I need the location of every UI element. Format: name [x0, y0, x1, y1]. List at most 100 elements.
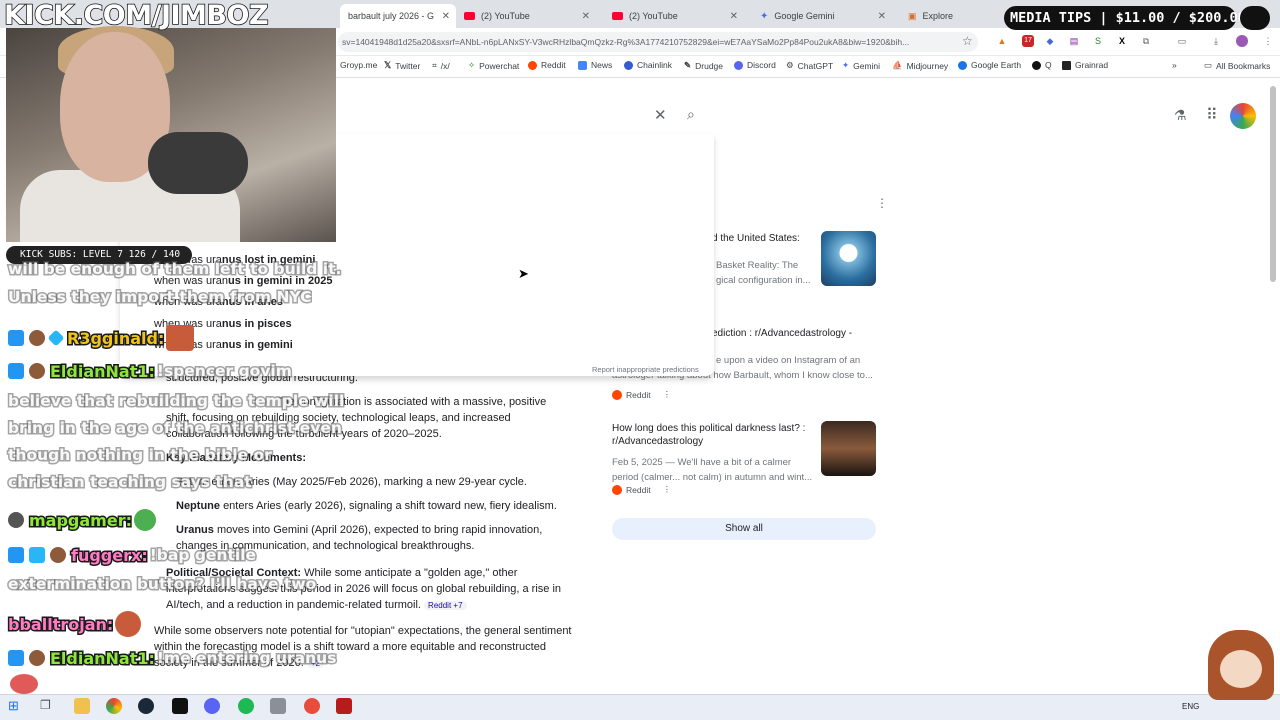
chat-message: !bap gentile — [148, 545, 257, 566]
bookmark-item[interactable]: Groyp.me — [340, 60, 377, 70]
close-icon[interactable]: ✕ — [582, 11, 590, 22]
language-indicator[interactable]: ENG — [1182, 702, 1199, 711]
more-options-icon[interactable]: ⋮ — [663, 484, 672, 495]
bookmark-label: All Bookmarks — [1216, 60, 1271, 71]
badge-icon — [29, 650, 45, 666]
bookmark-item[interactable]: Q — [1032, 60, 1052, 70]
bookmark-item[interactable]: Discord — [734, 60, 776, 70]
result-source[interactable]: Reddit ⋮ — [612, 484, 671, 495]
discord-icon[interactable] — [204, 698, 220, 714]
midjourney-icon: ⛵ — [892, 60, 903, 70]
x-icon: 𝕏 — [384, 60, 392, 70]
task-view-icon[interactable]: ❐ — [40, 698, 56, 714]
source-label: Reddit — [626, 389, 651, 400]
q-icon — [1032, 60, 1041, 70]
menu-icon[interactable]: ⋮ — [1262, 35, 1274, 47]
grid-icon: ⌗ — [432, 60, 437, 70]
youtube-icon — [612, 12, 623, 20]
emote-icon — [133, 509, 156, 531]
result-title[interactable]: r/Advancedastrology — [612, 435, 703, 448]
suggestion-completion: nus in gemini — [221, 339, 293, 351]
more-options-icon[interactable]: ⋮ — [876, 196, 888, 210]
tab-gemini[interactable]: ✦ Google Gemini ✕ — [752, 4, 892, 28]
bookmark-item[interactable]: ✧ Powerchat — [468, 60, 519, 71]
url-field[interactable]: sv=14041948d1d25a20&sxsrf=ANbL-n6pLANxSY… — [338, 32, 978, 52]
result-thumbnail[interactable] — [821, 421, 876, 476]
tab-youtube-2[interactable]: (2) YouTube ✕ — [604, 4, 744, 28]
more-options-icon[interactable]: ⋮ — [663, 389, 672, 400]
file-explorer-icon[interactable] — [74, 698, 90, 714]
source-chip[interactable]: Reddit +7 — [424, 601, 467, 610]
result-snippet: Basket Reality: The — [716, 260, 799, 271]
badge-icon — [8, 363, 24, 379]
tab-youtube-1[interactable]: (2) YouTube ✕ — [456, 4, 596, 28]
extension-icon[interactable]: S — [1092, 35, 1104, 47]
tab-google-search[interactable]: barbault july 2026 - G ✕ — [340, 4, 456, 28]
mascot-image — [1220, 650, 1262, 688]
close-icon[interactable]: ✕ — [442, 11, 450, 22]
result-title[interactable]: How long does this political darkness la… — [612, 422, 805, 435]
result-title[interactable]: d the United States: — [712, 232, 800, 245]
app-icon[interactable] — [304, 698, 320, 714]
extension-badge-icon[interactable]: 17 — [1022, 35, 1034, 47]
media-tips-icon — [1240, 6, 1270, 30]
tab-label: (2) YouTube — [481, 11, 530, 21]
reddit-icon — [528, 60, 537, 70]
chrome-icon[interactable] — [106, 698, 122, 714]
chat-row: R3gginald: — [8, 325, 197, 351]
bookmark-item[interactable]: 𝕏 Twitter — [384, 60, 420, 71]
bookmark-item[interactable]: ✎ Drudge — [684, 60, 723, 71]
bookmark-item[interactable]: ⌗/x/ — [432, 60, 450, 71]
steam-icon[interactable] — [138, 698, 154, 714]
clear-search-icon[interactable]: ✕ — [654, 106, 667, 124]
bookmark-label: Chainlink — [637, 60, 672, 70]
tab-explore[interactable]: ▣ Explore — [900, 4, 1000, 28]
bookmark-item[interactable]: Chainlink — [624, 60, 672, 70]
close-icon[interactable]: ✕ — [730, 11, 738, 22]
chat-message: !spencer govim — [155, 361, 293, 382]
avatar[interactable] — [1236, 35, 1248, 47]
account-avatar[interactable] — [1230, 103, 1256, 129]
result-snippet: gical configuration in... — [716, 275, 811, 286]
tab-label: Explore — [922, 11, 954, 21]
chat-username: fuggerx: — [70, 544, 150, 566]
app-icon[interactable] — [336, 698, 352, 714]
scrollbar[interactable] — [1270, 86, 1276, 282]
download-icon[interactable]: ⤓ — [1210, 35, 1222, 47]
labs-flask-icon[interactable]: ⚗ — [1174, 107, 1187, 124]
emote-icon — [115, 611, 142, 637]
close-icon[interactable]: ✕ — [878, 11, 886, 22]
bookmark-item[interactable]: ⚙ ChatGPT — [786, 60, 833, 71]
bookmark-star-icon[interactable]: ☆ — [962, 34, 973, 48]
bookmark-item[interactable]: News — [578, 60, 612, 70]
result-thumbnail[interactable] — [821, 231, 876, 286]
spotify-icon[interactable] — [238, 698, 254, 714]
bookmark-item[interactable]: ⛵ Midjourney — [892, 60, 948, 71]
bookmark-item[interactable]: Google Earth — [958, 60, 1021, 70]
all-bookmarks-button[interactable]: ▭ All Bookmarks — [1204, 60, 1270, 71]
metamask-icon[interactable]: ▲ — [996, 35, 1008, 47]
source-label: Reddit — [626, 484, 651, 495]
result-source[interactable]: Reddit ⋮ — [612, 389, 671, 400]
bullet-text: AI/tech, and a reduction in pandemic-rel… — [166, 599, 421, 611]
grainrad-icon — [1062, 60, 1071, 70]
windows-start-icon[interactable]: ⊞ — [8, 698, 24, 714]
result-title[interactable]: ediction : r/Advancedastrology - — [712, 327, 852, 340]
bookmark-item[interactable]: Grainrad — [1062, 60, 1108, 70]
extension-icon[interactable]: ▤ — [1068, 35, 1080, 47]
show-all-button[interactable]: Show all — [612, 518, 876, 540]
puzzle-icon[interactable]: ⧉ — [1140, 35, 1152, 47]
bookmark-item[interactable]: Reddit — [528, 60, 566, 70]
tab-label: barbault july 2026 - G — [348, 11, 435, 21]
bookmark-item[interactable]: ✦ Gemini — [842, 60, 880, 71]
terminal-icon[interactable] — [172, 698, 188, 714]
apps-grid-icon[interactable]: ⠿ — [1206, 105, 1218, 125]
x-extension-icon[interactable]: X — [1116, 35, 1128, 47]
chevron-right-icon[interactable]: » — [1172, 60, 1177, 70]
search-icon[interactable]: ⌕ — [687, 106, 695, 123]
sidebar-icon[interactable]: ▭ — [1176, 35, 1188, 47]
report-predictions-link[interactable]: Report inappropriate predictions — [592, 365, 699, 374]
gemini-icon: ✦ — [842, 60, 850, 70]
extension-icon[interactable]: ◆ — [1044, 35, 1056, 47]
app-icon[interactable] — [270, 698, 286, 714]
